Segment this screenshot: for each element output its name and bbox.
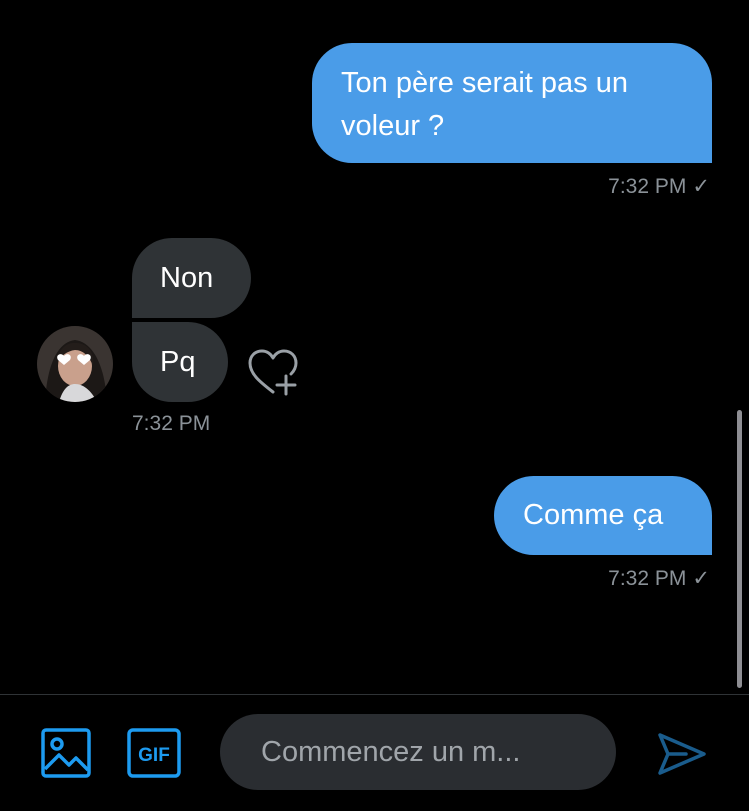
scrollbar[interactable] xyxy=(737,410,742,688)
incoming-message-bubble[interactable]: Pq xyxy=(132,322,228,402)
message-input-container[interactable] xyxy=(220,714,616,790)
send-icon xyxy=(658,733,706,775)
message-text: Non xyxy=(160,262,214,294)
check-icon: ✓ xyxy=(692,567,710,590)
message-text-line: voleur ? xyxy=(341,110,445,142)
incoming-message-bubble[interactable]: Non xyxy=(132,238,251,318)
heart-plus-icon xyxy=(248,349,298,396)
check-icon: ✓ xyxy=(692,175,710,198)
gif-button[interactable]: GIF xyxy=(126,727,182,779)
add-reaction-button[interactable] xyxy=(246,347,302,397)
message-text-line: Ton père serait pas un xyxy=(341,67,628,99)
outgoing-message-bubble[interactable]: Comme ça xyxy=(494,476,712,555)
message-composer: GIF xyxy=(0,694,749,811)
avatar-photo xyxy=(37,326,113,402)
timestamp-text: 7:32 PM xyxy=(132,412,211,435)
send-button[interactable] xyxy=(656,731,708,777)
gif-label: GIF xyxy=(138,745,170,766)
message-input[interactable] xyxy=(261,735,581,769)
avatar[interactable] xyxy=(37,326,113,402)
conversation-thread: Ton père serait pas un voleur ? 7:32 PM ✓… xyxy=(0,0,749,694)
timestamp-text: 7:32 PM xyxy=(608,175,687,198)
image-icon xyxy=(41,728,91,778)
outgoing-message-bubble[interactable]: Ton père serait pas un voleur ? xyxy=(312,43,712,163)
message-timestamp: 7:32 PM xyxy=(132,412,210,436)
message-text: Pq xyxy=(160,346,196,378)
message-timestamp: 7:32 PM ✓ xyxy=(608,174,710,199)
message-text: Comme ça xyxy=(523,499,664,531)
gif-icon: GIF xyxy=(127,728,181,778)
message-timestamp: 7:32 PM ✓ xyxy=(608,566,710,591)
timestamp-text: 7:32 PM xyxy=(608,567,687,590)
add-image-button[interactable] xyxy=(40,727,92,779)
